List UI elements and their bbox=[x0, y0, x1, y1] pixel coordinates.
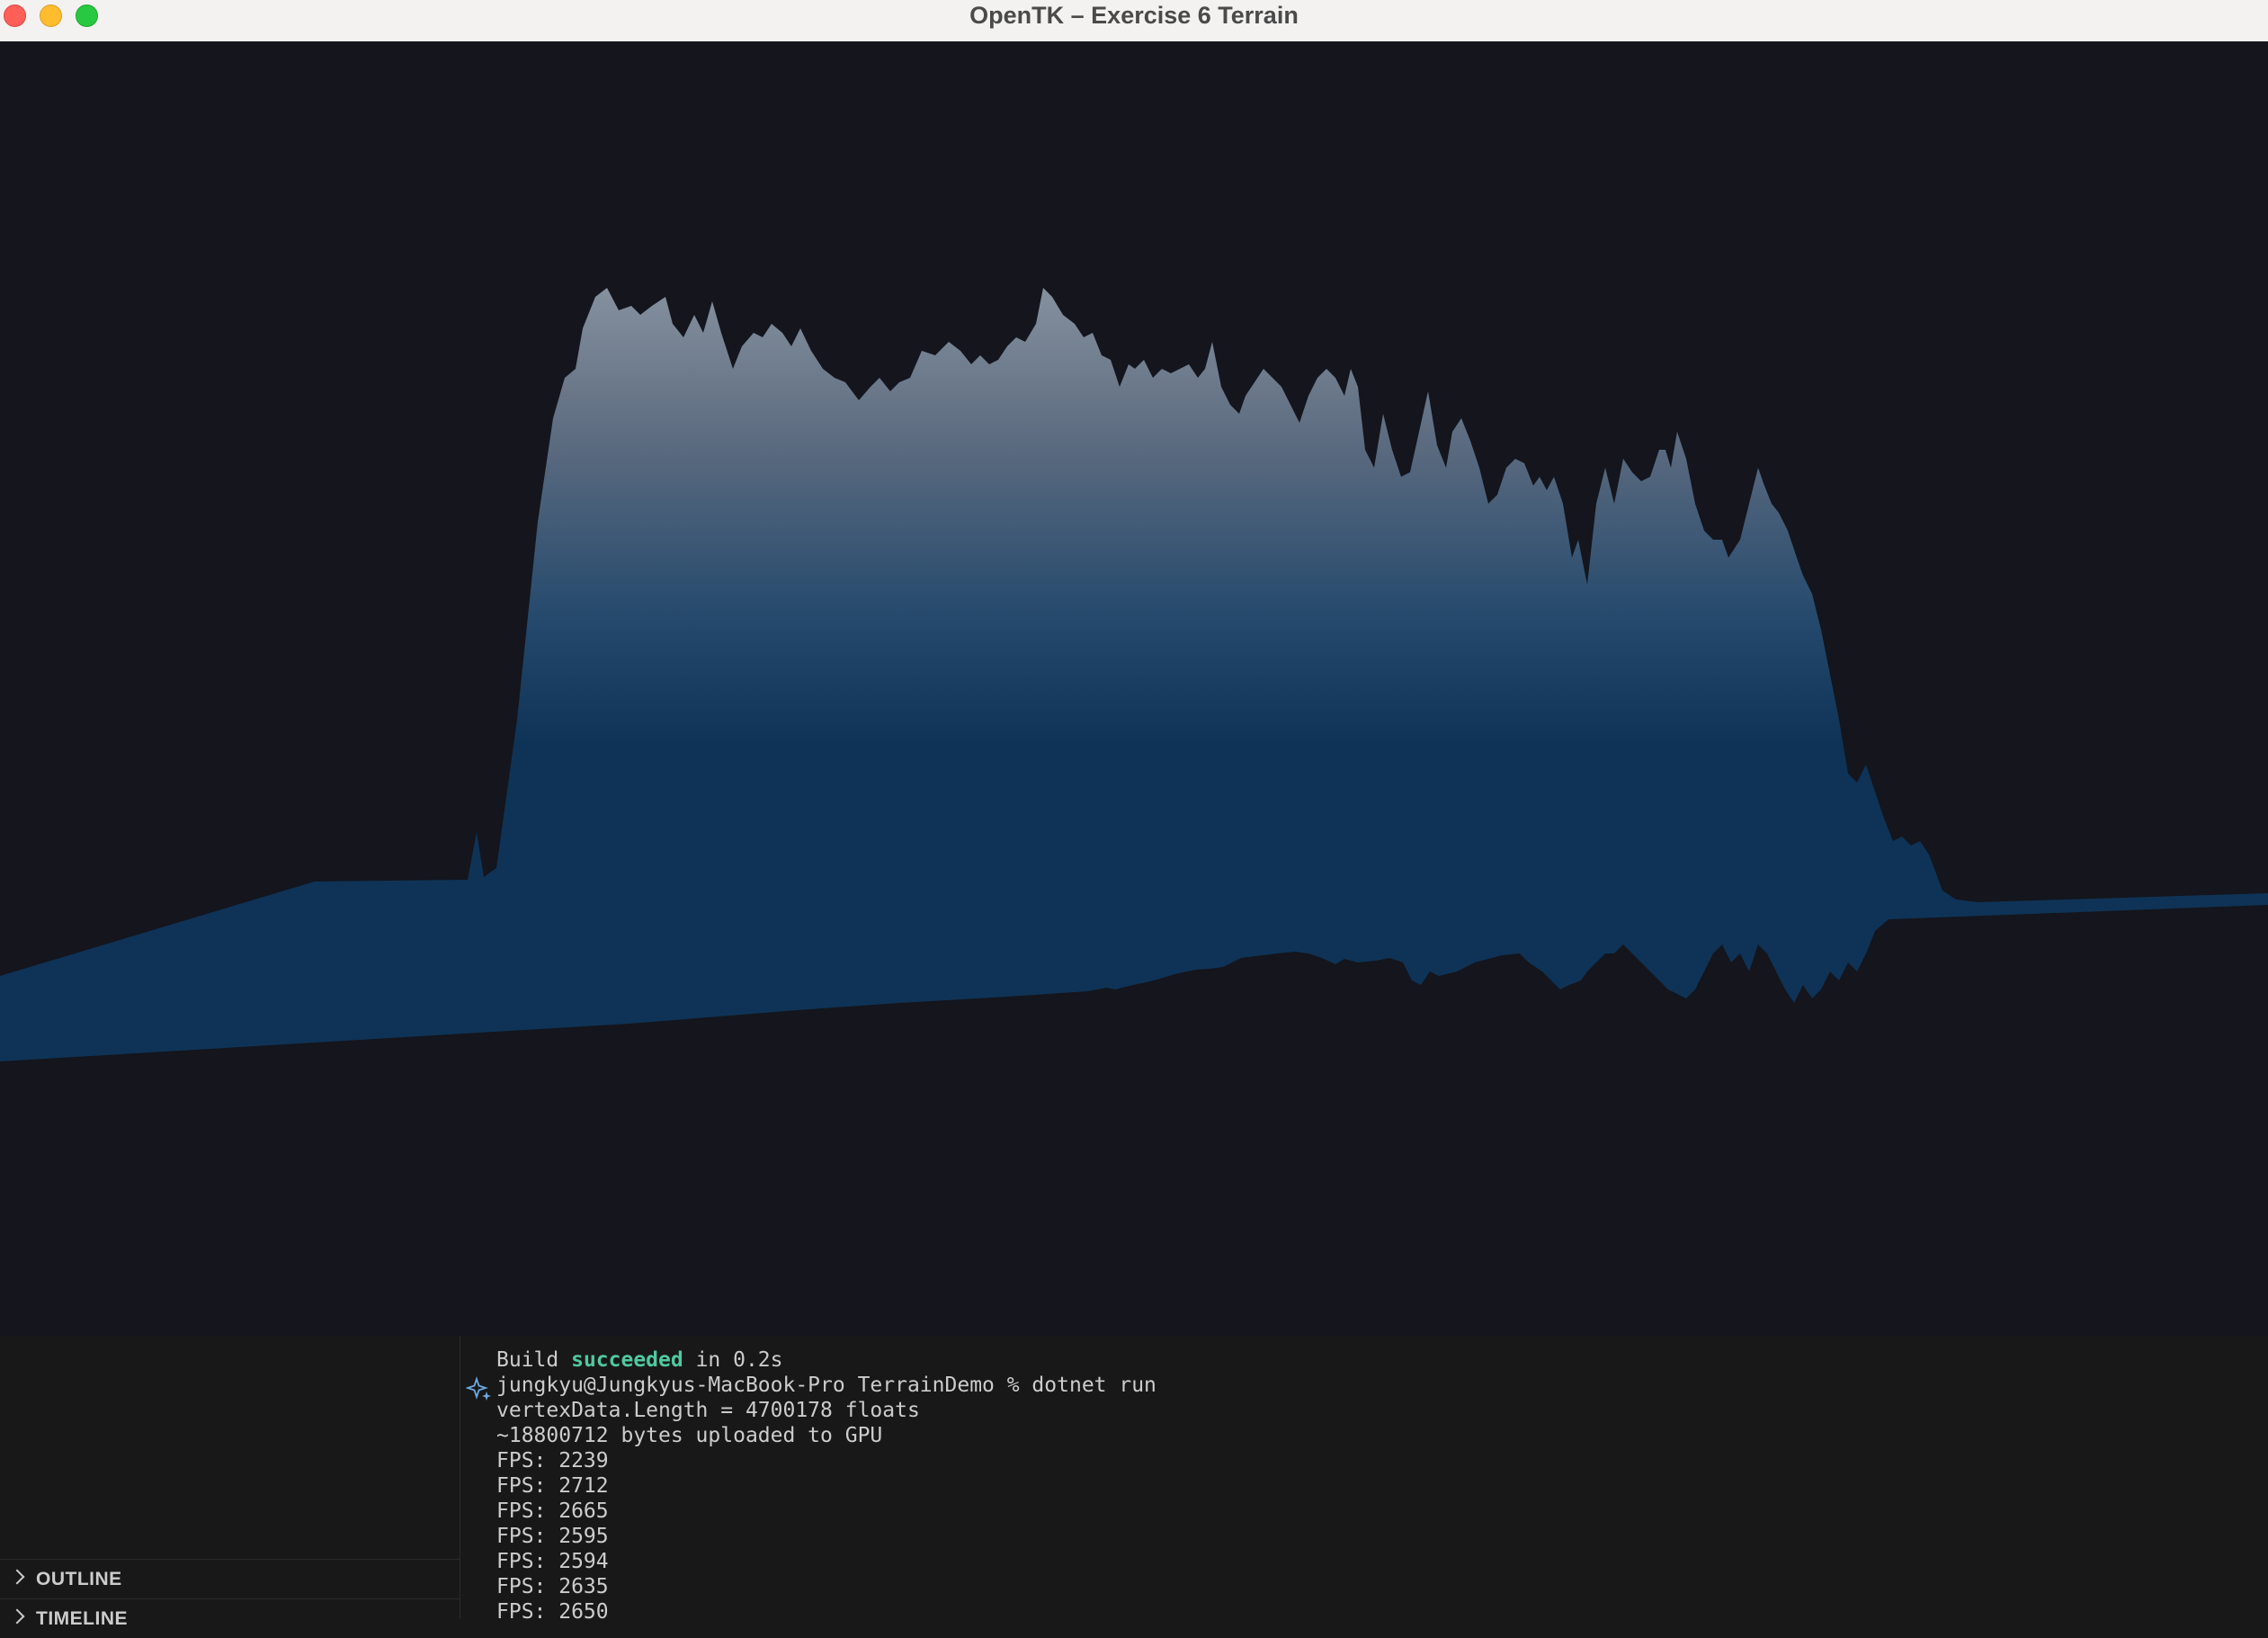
terminal-output-line: FPS: 2665 bbox=[496, 1499, 609, 1523]
terminal-output-line: FPS: 2594 bbox=[496, 1550, 609, 1573]
render-viewport[interactable] bbox=[0, 41, 2268, 1336]
build-status-line: Build succeeded in 0.2s bbox=[496, 1347, 783, 1373]
build-suffix: in 0.2s bbox=[683, 1348, 783, 1372]
terrain-render bbox=[0, 288, 2268, 1061]
terrain-mesh bbox=[0, 288, 2268, 1061]
outline-label: OUTLINE bbox=[36, 1569, 122, 1589]
terminal-output-line: FPS: 2239 bbox=[496, 1449, 609, 1472]
terminal-output-line: FPS: 2650 bbox=[496, 1600, 609, 1619]
build-success-text: succeeded bbox=[571, 1348, 683, 1372]
chevron-right-icon bbox=[9, 1608, 25, 1625]
terminal-output-line: FPS: 2595 bbox=[496, 1525, 609, 1548]
outline-section-header[interactable]: OUTLINE bbox=[0, 1559, 460, 1598]
terminal-output-line: ~18800712 bytes uploaded to GPU bbox=[496, 1424, 883, 1447]
timeline-label: TIMELINE bbox=[36, 1608, 128, 1629]
terminal-output-line: FPS: 2712 bbox=[496, 1474, 609, 1498]
terminal-panel[interactable]: Build succeeded in 0.2s jungkyu@Jungkyus… bbox=[460, 1336, 2268, 1619]
prompt-command-line: jungkyu@Jungkyus-MacBook-Pro TerrainDemo… bbox=[496, 1374, 1156, 1397]
terminal-output-line: FPS: 2635 bbox=[496, 1575, 609, 1598]
build-prefix: Build bbox=[496, 1348, 572, 1372]
window-title: OpenTK – Exercise 6 Terrain bbox=[969, 2, 1299, 29]
window-titlebar: OpenTK – Exercise 6 Terrain bbox=[0, 0, 2268, 42]
terminal-output-line: vertexData.Length = 4700178 floats bbox=[496, 1399, 920, 1422]
sparkle-icon bbox=[466, 1376, 491, 1401]
timeline-section-header[interactable]: TIMELINE bbox=[0, 1598, 460, 1638]
explorer-sidebar: OUTLINE TIMELINE bbox=[0, 1336, 460, 1629]
chevron-right-icon bbox=[9, 1569, 25, 1585]
